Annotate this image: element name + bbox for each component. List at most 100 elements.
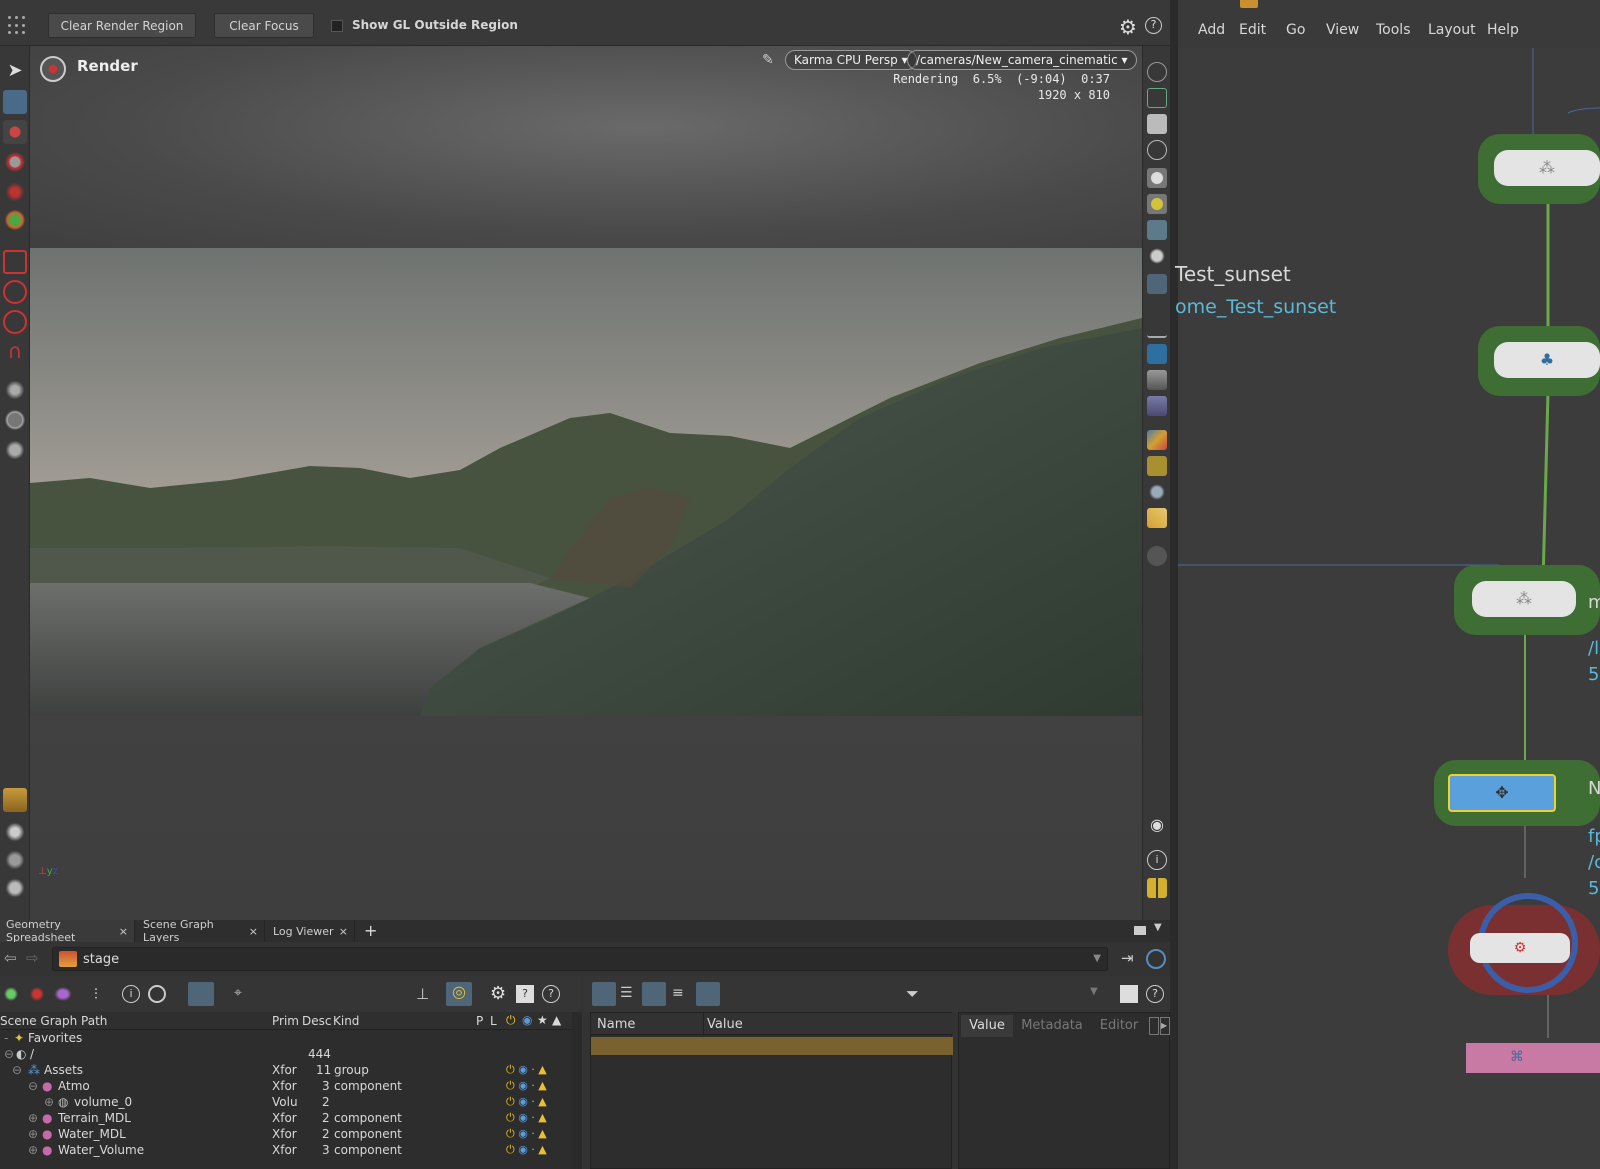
selected-property-row[interactable] — [591, 1037, 953, 1055]
value-tab[interactable]: Value — [961, 1015, 1013, 1037]
rotate-tool-icon[interactable] — [3, 280, 27, 304]
menu-edit[interactable]: Edit — [1239, 22, 1266, 38]
back-arrow-icon[interactable]: ⇦ — [4, 949, 17, 967]
rows-view-icon[interactable]: ≡ — [672, 985, 684, 1001]
tree-view-icon[interactable] — [592, 982, 616, 1006]
group-icon[interactable] — [1147, 482, 1167, 502]
tab-scroll-left[interactable] — [1149, 1017, 1159, 1035]
editor-tab[interactable]: Editor — [1091, 1015, 1147, 1037]
collapse-icon[interactable]: ⊖ — [4, 1047, 14, 1061]
flipbook-icon[interactable] — [1147, 396, 1167, 416]
columns-view-icon[interactable] — [642, 982, 666, 1006]
col-scene-graph-path[interactable]: Scene Graph Path — [0, 1014, 107, 1028]
erase-icon[interactable] — [3, 876, 27, 900]
row-flags-column[interactable]: ⏻ ◉ · ▲ ⏻ ◉ · ▲ ⏻ ◉ · ▲ ⏻ ◉ · ▲ ⏻ ◉ · ▲ ⏻ ◉ ·… — [506, 1062, 566, 1158]
expand-icon[interactable]: ⊕ — [28, 1127, 38, 1141]
menu-add[interactable]: Add — [1198, 22, 1225, 38]
menu-go[interactable]: Go — [1286, 22, 1305, 38]
node-label-link[interactable]: ome_Test_sunset — [1175, 296, 1336, 318]
lock-camera-icon[interactable] — [1147, 114, 1167, 134]
info-icon[interactable]: i — [122, 985, 140, 1003]
eye-icon[interactable]: ◉ — [1147, 816, 1167, 836]
path-field[interactable]: stage ▼ — [52, 947, 1108, 971]
search-icon[interactable] — [148, 985, 166, 1003]
tab-geometry-spreadsheet[interactable]: Geometry Spreadsheet × — [0, 918, 135, 944]
chevron-down-icon[interactable]: ▼ — [1093, 953, 1101, 964]
network-view[interactable]: Add Edit Go View Tools Layout Help Test_… — [1175, 0, 1600, 1169]
ruler-icon[interactable] — [3, 788, 27, 812]
tab-scroll-right[interactable]: ▶ — [1160, 1017, 1170, 1035]
bg-image-icon[interactable] — [1147, 318, 1167, 338]
lamp-icon[interactable] — [1147, 246, 1167, 266]
pane-splitter[interactable] — [1170, 0, 1178, 1169]
pause-render-icon[interactable] — [1147, 344, 1167, 364]
close-icon[interactable]: × — [339, 925, 348, 938]
gear-icon[interactable]: ⚙ — [490, 983, 506, 1004]
clear-focus-button[interactable]: Clear Focus — [214, 13, 314, 38]
pose-tool-icon[interactable] — [3, 180, 27, 204]
lock-icon[interactable] — [3, 90, 27, 114]
help-icon[interactable]: ? — [1146, 985, 1164, 1003]
col-kind[interactable]: Kind — [333, 1014, 359, 1028]
delete-prim-icon[interactable] — [28, 985, 46, 1003]
chevron-down-icon[interactable]: ▼ — [1090, 986, 1098, 997]
add-tab-icon[interactable]: + — [364, 921, 377, 940]
metadata-tab[interactable]: Metadata — [1015, 1015, 1089, 1037]
render-viewport[interactable]: Render ✎ Karma CPU Persp ▾ /cameras/New_… — [30, 46, 1142, 920]
ghost-icon[interactable] — [1147, 88, 1167, 108]
light-icon[interactable] — [1147, 194, 1167, 214]
info-icon[interactable]: i — [1147, 850, 1167, 870]
select-arrow-icon[interactable]: ➤ — [3, 60, 27, 84]
collapse-icon[interactable]: ⊖ — [28, 1079, 38, 1093]
karma-render-node[interactable]: ⚙ — [1448, 893, 1600, 995]
col-p[interactable]: P — [476, 1014, 483, 1028]
bulb-icon[interactable] — [1147, 220, 1167, 240]
close-icon[interactable]: × — [119, 925, 128, 938]
pointer-icon[interactable]: ⌖ — [234, 985, 254, 1003]
collapse-icon[interactable]: ⊖ — [12, 1063, 22, 1077]
help-bag-icon[interactable]: ? — [516, 985, 534, 1003]
pane-menu-icon[interactable] — [1134, 926, 1146, 935]
tab-scene-graph-layers[interactable]: Scene Graph Layers × — [137, 918, 265, 944]
help-icon[interactable]: ? — [1145, 17, 1162, 34]
snapshot-icon[interactable] — [1147, 370, 1167, 390]
app-menu-icon[interactable] — [8, 16, 28, 36]
list-view-icon[interactable]: ☰ — [620, 985, 633, 1001]
layout-icon[interactable] — [1147, 878, 1167, 898]
hierarchy-icon[interactable]: ⊥ — [416, 985, 434, 1003]
merge-node-2[interactable]: ⁂ — [1454, 565, 1600, 635]
trs-icon[interactable] — [696, 982, 720, 1006]
show-gl-outside-checkbox[interactable] — [331, 20, 343, 32]
target-icon[interactable]: ◎ — [446, 982, 472, 1006]
menu-layout[interactable]: Layout — [1428, 22, 1476, 38]
gear-icon[interactable]: ⚙ — [1119, 15, 1137, 39]
renderer-dropdown[interactable]: Karma CPU Persp ▾ — [785, 50, 917, 70]
handle-tool-icon[interactable] — [3, 208, 27, 232]
output-node[interactable]: ⌘ — [1466, 1043, 1600, 1073]
camera-dropdown[interactable]: /cameras/New_camera_cinematic ▾ — [907, 50, 1137, 70]
record-icon[interactable] — [1147, 546, 1167, 566]
close-icon[interactable]: × — [249, 925, 258, 938]
tab-log-viewer[interactable]: Log Viewer × — [267, 920, 355, 942]
scale-tool-icon[interactable] — [3, 250, 27, 274]
shading-icon[interactable] — [1147, 430, 1167, 450]
sphere-tool-icon[interactable] — [3, 150, 27, 174]
expand-icon[interactable]: ⊕ — [28, 1143, 38, 1157]
col-value[interactable]: Value — [707, 1017, 743, 1032]
wireframe-icon[interactable] — [1147, 456, 1167, 476]
chevron-down-icon[interactable]: ▼ — [1154, 922, 1162, 933]
col-l[interactable]: L — [490, 1014, 497, 1028]
expand-icon[interactable]: ⊕ — [28, 1111, 38, 1125]
pin-icon[interactable] — [3, 848, 27, 872]
link-view-icon[interactable] — [188, 982, 214, 1006]
help-bag-icon[interactable] — [1120, 985, 1138, 1003]
menu-tools[interactable]: Tools — [1376, 22, 1411, 38]
col-name[interactable]: Name — [597, 1017, 635, 1032]
close-x-icon[interactable] — [1147, 140, 1167, 160]
camera-tool-icon[interactable] — [3, 408, 27, 432]
magnet-icon[interactable]: ∩ — [3, 340, 27, 364]
menu-view[interactable]: View — [1326, 22, 1359, 38]
menu-help[interactable]: Help — [1487, 22, 1519, 38]
help-icon[interactable]: ? — [542, 985, 560, 1003]
pin-pane-icon[interactable]: ⇥ — [1121, 949, 1134, 967]
